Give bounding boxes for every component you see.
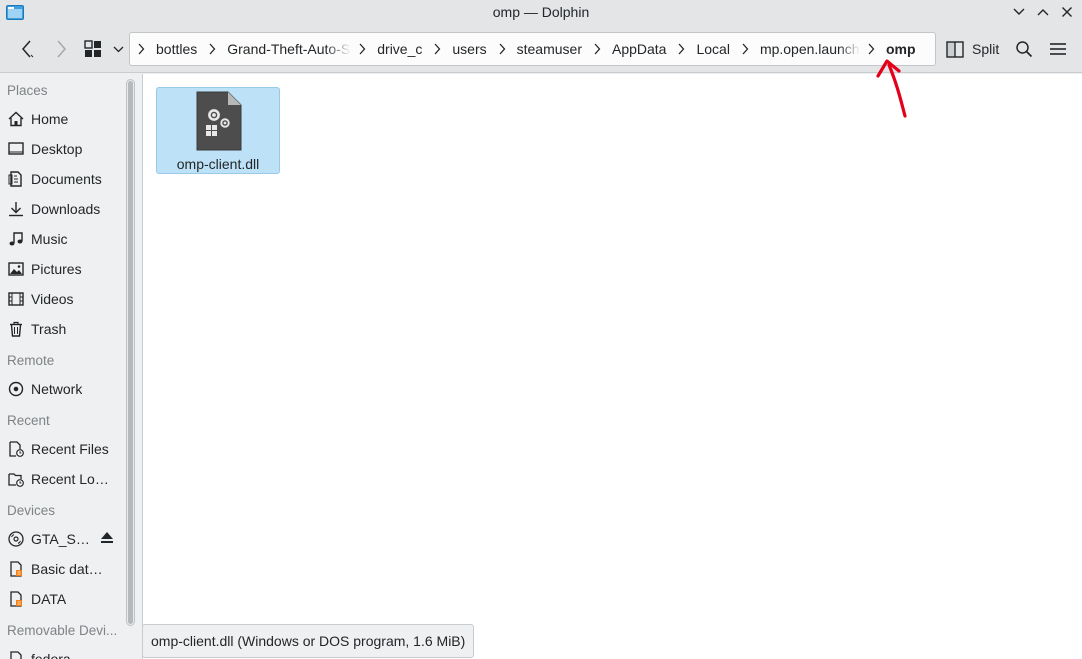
section-title-remote: Remote <box>7 353 55 368</box>
optical-disc-icon <box>7 530 25 548</box>
section-title-devices: Devices <box>7 503 56 518</box>
sidebar-item-label: Pictures <box>31 261 82 277</box>
pictures-icon <box>7 260 25 278</box>
split-view-button[interactable]: Split <box>946 36 999 62</box>
music-icon <box>7 230 25 248</box>
breadcrumb-segment[interactable]: drive_c <box>373 41 426 57</box>
executable-file-icon <box>196 91 242 154</box>
sidebar-item-pictures[interactable]: Pictures <box>0 254 121 284</box>
sidebar-item-downloads[interactable]: Downloads <box>0 194 121 224</box>
back-button[interactable] <box>13 36 41 62</box>
hamburger-menu-icon <box>1050 43 1066 55</box>
breadcrumb-segment[interactable]: Local <box>692 41 733 57</box>
breadcrumb-segment[interactable]: AppData <box>608 41 670 57</box>
sidebar-item-label: Recent Files <box>31 441 109 457</box>
chevron-right-icon[interactable] <box>426 33 448 65</box>
sidebar-item-label: Network <box>31 381 83 397</box>
sidebar-item-gta-sa-disc[interactable]: GTA_SA... <box>0 524 121 554</box>
videos-icon <box>7 290 25 308</box>
drive-icon <box>7 590 25 608</box>
sidebar-scrollbar-thumb[interactable] <box>128 81 133 624</box>
sidebar-item-label: Music <box>31 231 68 247</box>
chevron-down-icon <box>113 46 123 52</box>
location-breadcrumb[interactable]: bottles Grand-Theft-Auto-Sa drive_c user… <box>129 32 936 66</box>
trash-icon <box>7 320 25 338</box>
chevron-right-icon[interactable] <box>670 33 692 65</box>
toolbar: bottles Grand-Theft-Auto-Sa drive_c user… <box>0 25 1082 73</box>
recent-files-icon <box>7 440 25 458</box>
sidebar-item-label: Trash <box>31 321 67 337</box>
title-bar: omp — Dolphin <box>0 0 1082 25</box>
chevron-right-icon[interactable] <box>130 33 152 65</box>
sidebar-item-desktop[interactable]: Desktop <box>0 134 121 164</box>
sidebar-item-label: DATA <box>31 591 67 607</box>
sidebar-item-label: Recent Loc... <box>31 471 109 487</box>
split-label: Split <box>972 41 1000 57</box>
sidebar-item-label: Home <box>31 111 69 127</box>
chevron-right-icon[interactable] <box>491 33 513 65</box>
breadcrumb-segment[interactable]: Grand-Theft-Auto-Sa <box>223 41 351 57</box>
recent-locations-icon <box>7 470 25 488</box>
network-icon <box>7 380 25 398</box>
file-view[interactable]: omp-client.dll <box>142 74 1082 659</box>
breadcrumb-current[interactable]: omp <box>882 41 920 57</box>
search-button[interactable] <box>1013 36 1035 62</box>
window-title: omp — Dolphin <box>492 4 590 20</box>
sidebar-item-basic-data[interactable]: Basic data ... <box>0 554 121 584</box>
sidebar-item-label: Videos <box>31 291 74 307</box>
breadcrumb-segment[interactable]: users <box>448 41 490 57</box>
home-icon <box>7 110 25 128</box>
drive-icon <box>7 650 25 659</box>
chevron-right-icon[interactable] <box>351 33 373 65</box>
breadcrumb-segment[interactable]: steamuser <box>513 41 586 57</box>
places-sidebar: Places Home Desktop Documents Downloads … <box>0 74 121 659</box>
breadcrumb-segment[interactable]: mp.open.launch <box>756 41 860 57</box>
section-title-places: Places <box>7 83 48 98</box>
desktop-icon <box>7 140 25 158</box>
sidebar-item-recent-locations[interactable]: Recent Loc... <box>0 464 121 494</box>
annotation-arrow-icon <box>876 59 907 118</box>
drive-icon <box>7 560 25 578</box>
sidebar-item-fedora[interactable]: fedora <box>0 644 121 659</box>
sidebar-item-music[interactable]: Music <box>0 224 121 254</box>
sidebar-item-label: Documents <box>31 171 102 187</box>
view-mode-button[interactable] <box>82 36 104 62</box>
sidebar-item-label: Basic data ... <box>31 561 109 577</box>
main-menu-button[interactable] <box>1047 36 1069 62</box>
sidebar-item-videos[interactable]: Videos <box>0 284 121 314</box>
sidebar-item-home[interactable]: Home <box>0 104 121 134</box>
sidebar-item-recent-files[interactable]: Recent Files <box>0 434 121 464</box>
search-icon <box>1016 41 1033 58</box>
chevron-right-icon[interactable] <box>734 33 756 65</box>
sidebar-item-label: GTA_SA... <box>31 531 93 547</box>
documents-icon <box>7 170 25 188</box>
chevron-left-icon <box>22 40 34 58</box>
eject-icon[interactable] <box>100 531 114 547</box>
chevron-right-icon[interactable] <box>586 33 608 65</box>
sidebar-item-network[interactable]: Network <box>0 374 121 404</box>
split-view-icon <box>946 40 964 58</box>
minimize-button[interactable] <box>1010 3 1028 21</box>
chevron-right-icon[interactable] <box>201 33 223 65</box>
sidebar-item-trash[interactable]: Trash <box>0 314 121 344</box>
section-title-recent: Recent <box>7 413 50 428</box>
file-name: omp-client.dll <box>176 156 260 172</box>
forward-button[interactable] <box>47 36 75 62</box>
close-button[interactable] <box>1058 3 1076 21</box>
status-bar: omp-client.dll (Windows or DOS program, … <box>142 624 475 658</box>
status-text: omp-client.dll (Windows or DOS program, … <box>151 633 466 649</box>
sidebar-item-data[interactable]: DATA <box>0 584 121 614</box>
section-title-removable-devices: Removable Devi... <box>7 623 118 638</box>
file-item[interactable]: omp-client.dll <box>156 87 280 174</box>
sidebar-item-label: fedora <box>31 651 71 659</box>
maximize-button[interactable] <box>1034 3 1052 21</box>
view-mode-dropdown[interactable] <box>110 36 126 62</box>
sidebar-item-label: Desktop <box>31 141 83 157</box>
icon-grid-icon <box>84 40 101 57</box>
sidebar-item-documents[interactable]: Documents <box>0 164 121 194</box>
sidebar-item-label: Downloads <box>31 201 101 217</box>
breadcrumb-segment[interactable]: bottles <box>152 41 201 57</box>
chevron-right-icon <box>57 40 66 58</box>
downloads-icon <box>7 200 25 218</box>
